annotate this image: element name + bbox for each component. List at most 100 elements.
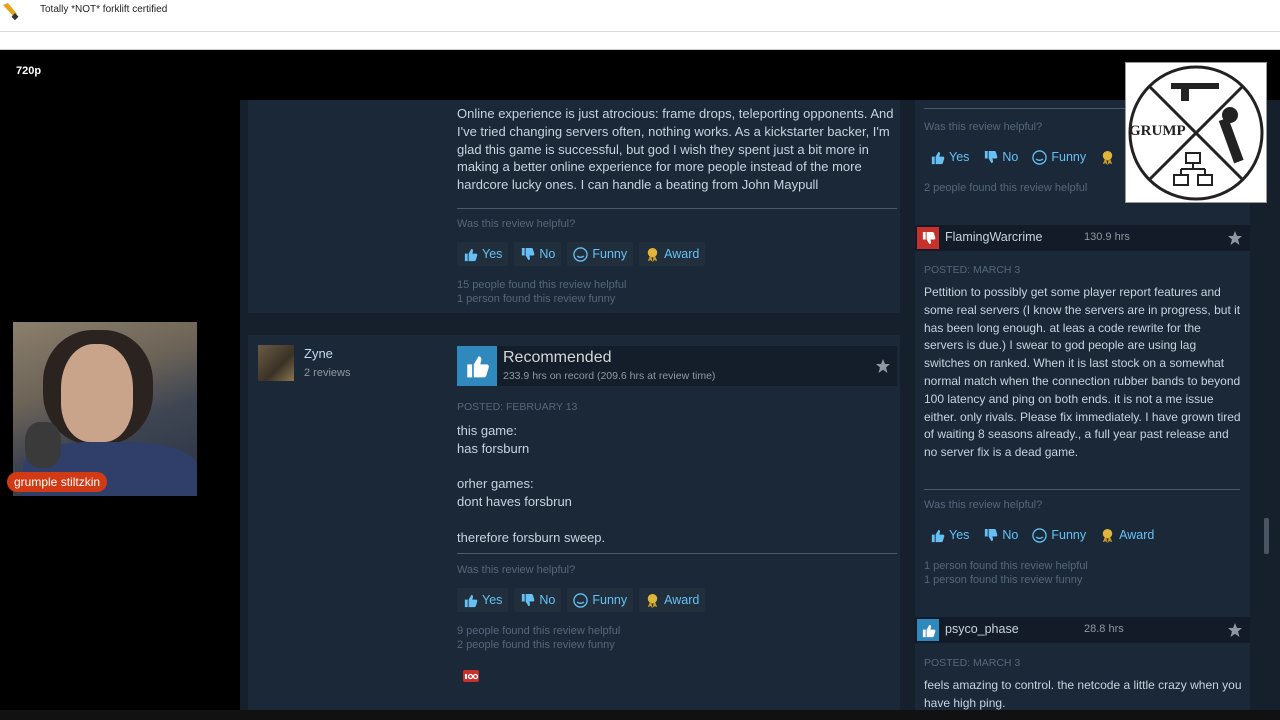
stream-subbar [0, 32, 1280, 50]
recommendation-bar: Recommended 233.9 hrs on record (209.6 h… [457, 346, 897, 386]
reviewer-name[interactable]: FlamingWarcrime [945, 230, 1042, 244]
no-button[interactable]: No [514, 588, 562, 612]
steam-reviews-page: Online experience is just atrocious: fra… [240, 100, 1280, 710]
award-icon [1102, 150, 1113, 165]
vote-buttons: Yes No Funny [924, 146, 1121, 168]
smiley-icon [573, 246, 589, 262]
award-button[interactable]: Award [639, 588, 706, 612]
hours-on-record: 130.9 hrs [1084, 231, 1130, 243]
funny-button[interactable]: Funny [1026, 146, 1092, 168]
funny-label: Funny [592, 247, 628, 261]
avatar[interactable] [258, 345, 294, 381]
smiley-icon [1032, 527, 1048, 543]
helpful-prompt: Was this review helpful? [924, 499, 1043, 511]
vote-buttons: Yes No Funny Award [457, 588, 706, 612]
thumbs-up-icon [931, 529, 945, 542]
award-icon [647, 247, 658, 262]
review-text: Online experience is just atrocious: fra… [457, 106, 894, 193]
no-label: No [539, 593, 556, 607]
posted-date: Posted: March 3 [924, 657, 1021, 669]
vote-buttons: Yes No Funny Award [457, 242, 706, 266]
helpful-count: 9 people found this review helpful [457, 625, 621, 637]
funny-count: 1 person found this review funny [457, 293, 616, 305]
reviews-column: Online experience is just atrocious: fra… [240, 100, 900, 710]
reviewer-review-count[interactable]: 2 reviews [304, 367, 350, 379]
yes-label: Yes [482, 593, 503, 607]
review-line: orher games: [457, 476, 534, 491]
review-header: FlamingWarcrime 130.9 hrs [915, 225, 1250, 251]
helpful-prompt: Was this review helpful? [457, 218, 576, 230]
reviewer-name[interactable]: Zyne [304, 346, 333, 361]
award-button[interactable]: Award [639, 242, 706, 266]
hours-on-record: 28.8 hrs [1084, 623, 1124, 635]
no-label: No [539, 247, 556, 261]
award-button[interactable]: Award [1094, 524, 1160, 546]
thumbs-down-icon [522, 593, 535, 606]
funny-button[interactable]: Funny [567, 588, 634, 612]
funny-button[interactable]: Funny [567, 242, 634, 266]
funny-label: Funny [1051, 528, 1087, 542]
review-header: psyco_phase 28.8 hrs [915, 617, 1250, 643]
thumbs-down-icon [522, 247, 535, 260]
hours-on-record: 233.9 hrs on record (209.6 hrs at review… [503, 370, 716, 382]
thumbs-up-icon [457, 346, 497, 386]
award-label: Award [664, 593, 700, 607]
scrollbar[interactable] [1264, 518, 1269, 554]
award-label: Award [1119, 528, 1155, 542]
grump-logo-text: GRUMP [1129, 123, 1186, 139]
helpful-count: 2 people found this review helpful [924, 182, 1088, 194]
yes-button[interactable]: Yes [924, 146, 975, 168]
helpful-prompt: Was this review helpful? [457, 564, 576, 576]
webcam-overlay [13, 322, 197, 496]
quality-label[interactable]: 720p [16, 65, 41, 77]
star-icon[interactable] [1227, 230, 1243, 246]
yes-label: Yes [949, 150, 970, 164]
grump-logo: GRUMP [1125, 62, 1267, 203]
stream-title: Totally *NOT* forklift certified [40, 4, 168, 15]
award-icon [647, 593, 658, 608]
hundred-points-icon [463, 670, 479, 682]
review-card: Zyne 2 reviews Recommended 233.9 hrs on … [248, 335, 900, 710]
posted-date: Posted: March 3 [924, 264, 1021, 276]
webcam-name-label: grumple stiltzkin [7, 472, 108, 492]
yes-button[interactable]: Yes [457, 588, 509, 612]
helpful-prompt: Was this review helpful? [924, 121, 1043, 133]
yes-button[interactable]: Yes [457, 242, 509, 266]
no-button[interactable]: No [977, 524, 1024, 546]
no-button[interactable]: No [514, 242, 562, 266]
thumbs-down-icon [985, 150, 998, 163]
no-button[interactable]: No [977, 146, 1024, 168]
star-icon[interactable] [875, 358, 891, 374]
thumbs-up-icon [917, 619, 939, 641]
thumbs-down-icon [917, 227, 939, 249]
no-label: No [1002, 528, 1019, 542]
yes-button[interactable]: Yes [924, 524, 975, 546]
review-text: Pettition to possibly get some player re… [924, 285, 1241, 460]
divider [457, 553, 897, 554]
funny-button[interactable]: Funny [1026, 524, 1092, 546]
thumbs-up-icon [464, 594, 478, 607]
divider [457, 208, 897, 209]
stream-title-bar: Totally *NOT* forklift certified [0, 0, 1280, 32]
vote-buttons: Yes No Funny Award [924, 524, 1160, 546]
thumbs-down-icon [985, 528, 998, 541]
flashlight-icon [3, 3, 19, 20]
award-button[interactable] [1094, 146, 1121, 168]
review-text: feels amazing to control. the netcode a … [924, 678, 1242, 710]
bottom-strip [0, 710, 1280, 720]
streamer-face [61, 344, 133, 442]
smiley-icon [1032, 149, 1048, 165]
thumbs-up-icon [464, 248, 478, 261]
review-line: has forsburn [457, 441, 530, 456]
review-line: this game: [457, 423, 517, 438]
funny-label: Funny [592, 593, 628, 607]
star-icon[interactable] [1227, 622, 1243, 638]
smiley-icon [573, 592, 589, 608]
review-line: dont haves forsbrun [457, 494, 572, 509]
reviewer-name[interactable]: psyco_phase [945, 622, 1019, 636]
divider [924, 489, 1240, 490]
yes-label: Yes [482, 247, 503, 261]
funny-count: 2 people found this review funny [457, 639, 615, 651]
award-label: Award [664, 247, 700, 261]
funny-label: Funny [1051, 150, 1087, 164]
